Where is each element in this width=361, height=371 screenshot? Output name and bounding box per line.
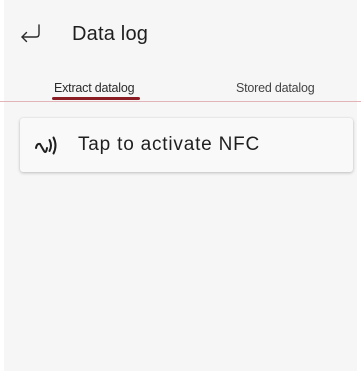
app-header: Data log (4, 0, 357, 68)
tab-divider (0, 101, 361, 102)
back-button[interactable] (18, 22, 44, 46)
app-screen: Data log Extract datalog Stored datalog … (0, 0, 361, 371)
activate-nfc-button[interactable]: Tap to activate NFC (20, 118, 353, 172)
page-title: Data log (72, 23, 149, 45)
tab-bar: Extract datalog Stored datalog (4, 80, 357, 102)
tab-stored-datalog[interactable]: Stored datalog (236, 80, 315, 102)
active-tab-indicator (52, 97, 140, 100)
back-arrow-icon (18, 22, 44, 46)
nfc-prompt-label: Tap to activate NFC (78, 134, 261, 155)
nfc-icon (34, 133, 60, 159)
